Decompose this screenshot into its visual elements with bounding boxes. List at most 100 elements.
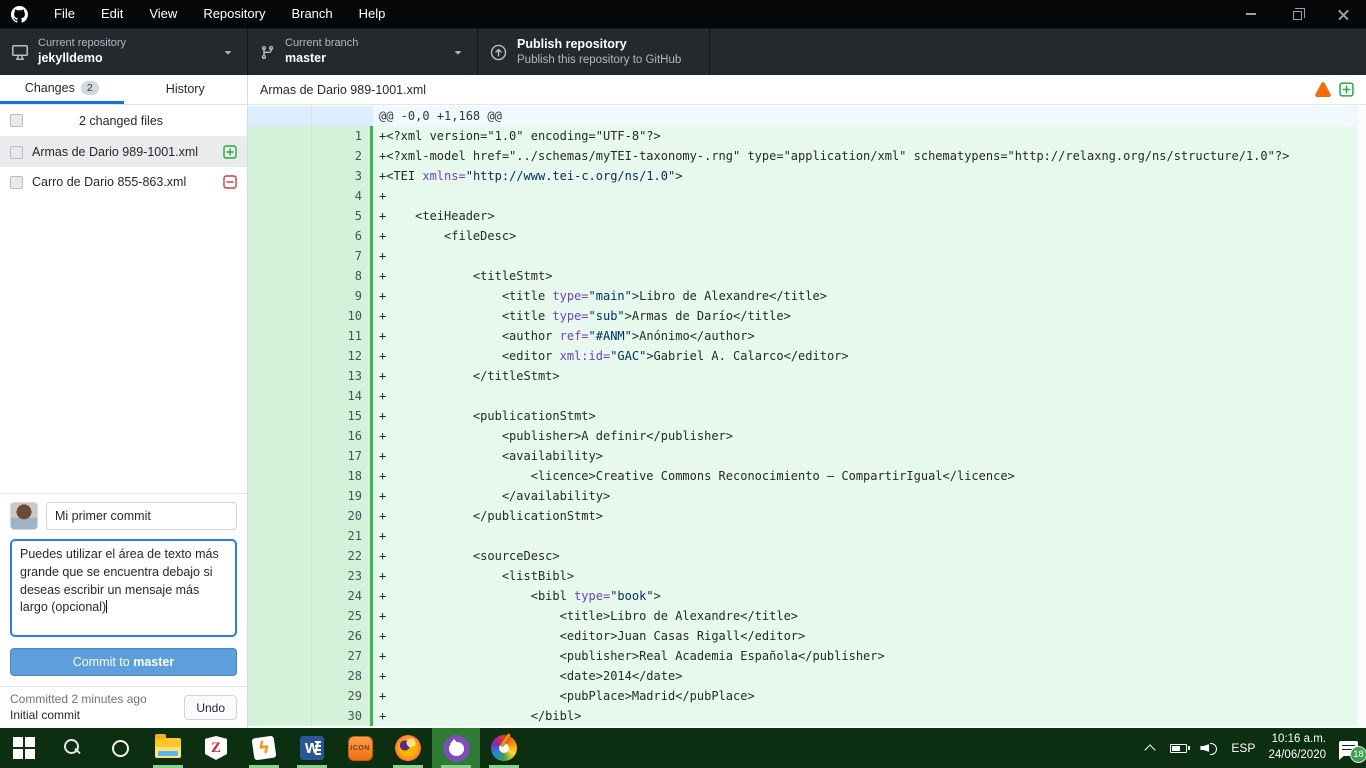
- taskbar-github-desktop-button[interactable]: [432, 728, 480, 768]
- upload-cloud-icon: [490, 44, 507, 61]
- branch-name: master: [285, 51, 358, 67]
- committed-message: Initial commit: [10, 708, 147, 724]
- taskbar-start-button[interactable]: [0, 728, 48, 768]
- new-line-number: 21: [312, 526, 370, 546]
- repository-name: jekylldemo: [38, 51, 126, 67]
- diff-line-content: +<?xml-model href="../schemas/myTEI-taxo…: [370, 146, 1356, 166]
- taskbar-word-button[interactable]: W: [288, 728, 336, 768]
- app-body: Changes 2 History 2 changed files Armas …: [0, 75, 1366, 728]
- tray-expand-icon[interactable]: [1143, 741, 1157, 755]
- menu-view[interactable]: View: [136, 0, 190, 28]
- taskbar-icon-editor-button[interactable]: ICON: [336, 728, 384, 768]
- old-line-number: [248, 306, 312, 326]
- select-all-checkbox[interactable]: [10, 114, 23, 127]
- icon-editor-icon: ICON: [348, 736, 373, 761]
- diff-header: Armas de Dario 989-1001.xml: [248, 75, 1366, 105]
- diff-line-content: + <publisher>A definir</publisher>: [370, 426, 1356, 446]
- tab-changes[interactable]: Changes 2: [0, 75, 124, 104]
- new-line-number: 20: [312, 506, 370, 526]
- old-line-number: [248, 466, 312, 486]
- diff-line: 29+ <pubPlace>Madrid</pubPlace>: [248, 686, 1356, 706]
- branch-icon: [260, 45, 275, 60]
- battery-icon[interactable]: [1170, 744, 1187, 753]
- taskbar-apps: ZϟW ICON: [0, 728, 528, 768]
- tab-history[interactable]: History: [124, 75, 248, 104]
- diff-line: 5+ <teiHeader>: [248, 206, 1356, 226]
- old-line-number: [248, 226, 312, 246]
- diff-line-content: + <title>Libro de Alexandre</title>: [370, 606, 1356, 626]
- taskbar-paint-button[interactable]: [480, 728, 528, 768]
- menu-repository[interactable]: Repository: [190, 0, 278, 28]
- close-icon: [1338, 9, 1349, 20]
- menu-help[interactable]: Help: [346, 0, 399, 28]
- tab-history-label: History: [166, 82, 205, 96]
- file-row[interactable]: Armas de Dario 989-1001.xml: [0, 137, 247, 167]
- diff-line: 3+<TEI xmlns="http://www.tei-c.org/ns/1.…: [248, 166, 1356, 186]
- commit-summary-input[interactable]: [46, 502, 237, 530]
- language-indicator[interactable]: ESP: [1231, 741, 1255, 755]
- old-line-number: [248, 506, 312, 526]
- new-line-number: 11: [312, 326, 370, 346]
- chevron-down-icon: [451, 45, 465, 59]
- minimize-button[interactable]: [1228, 0, 1274, 28]
- diff-line: 21+: [248, 526, 1356, 546]
- warning-icon[interactable]: [1315, 82, 1331, 98]
- diff-line-content: + <author ref="#ANM">Anónimo</author>: [370, 326, 1356, 346]
- undo-button[interactable]: Undo: [184, 695, 237, 720]
- diff-line: 7+: [248, 246, 1356, 266]
- publish-title: Publish repository: [517, 37, 681, 53]
- diff-line: 25+ <title>Libro de Alexandre</title>: [248, 606, 1356, 626]
- new-line-number: 7: [312, 246, 370, 266]
- diff-line-content: +<?xml version="1.0" encoding="UTF-8"?>: [370, 126, 1356, 146]
- commit-description-text: Puedes utilizar el área de texto más gra…: [20, 547, 219, 614]
- new-line-number: 22: [312, 546, 370, 566]
- old-line-number: [248, 366, 312, 386]
- vertical-scrollbar[interactable]: [1356, 106, 1366, 728]
- new-line-number: 13: [312, 366, 370, 386]
- publish-repository-button[interactable]: Publish repository Publish this reposito…: [478, 29, 710, 75]
- volume-icon[interactable]: [1200, 741, 1218, 755]
- diff-line: 14+: [248, 386, 1356, 406]
- old-line-number: [248, 586, 312, 606]
- file-row[interactable]: Carro de Dario 855-863.xml: [0, 167, 247, 197]
- taskbar-search-button[interactable]: [48, 728, 96, 768]
- clock[interactable]: 10:16 a.m. 24/06/2020: [1268, 732, 1326, 763]
- diff-line-content: + </titleStmt>: [370, 366, 1356, 386]
- new-line-number: 12: [312, 346, 370, 366]
- sidebar-tabs: Changes 2 History: [0, 75, 247, 105]
- new-line-number: [312, 106, 370, 126]
- menu-file[interactable]: File: [41, 0, 88, 28]
- taskbar-file-explorer-button[interactable]: [144, 728, 192, 768]
- taskbar-cortana-button[interactable]: [96, 728, 144, 768]
- diff-line-content: +: [370, 526, 1356, 546]
- new-line-number: 8: [312, 266, 370, 286]
- taskbar-firefox-button[interactable]: [384, 728, 432, 768]
- diff-line-content: + </publicationStmt>: [370, 506, 1356, 526]
- file-checkbox[interactable]: [10, 176, 23, 189]
- notification-center-icon[interactable]: 18: [1339, 741, 1358, 756]
- menu-branch[interactable]: Branch: [278, 0, 345, 28]
- new-line-number: 19: [312, 486, 370, 506]
- current-repository-selector[interactable]: Current repository jekylldemo: [0, 29, 248, 75]
- firefox-icon: [395, 735, 421, 761]
- new-line-number: 16: [312, 426, 370, 446]
- close-button[interactable]: [1320, 0, 1366, 28]
- taskbar-winamp-button[interactable]: ϟ: [240, 728, 288, 768]
- changed-files-header: 2 changed files: [0, 105, 247, 137]
- minimize-icon: [1246, 13, 1256, 15]
- restore-button[interactable]: [1274, 0, 1320, 28]
- new-line-number: 17: [312, 446, 370, 466]
- new-line-number: 4: [312, 186, 370, 206]
- taskbar-zotero-button[interactable]: Z: [192, 728, 240, 768]
- new-line-number: 27: [312, 646, 370, 666]
- file-checkbox[interactable]: [10, 146, 23, 159]
- diff-line: 22+ <sourceDesc>: [248, 546, 1356, 566]
- commit-button[interactable]: Commit to master: [10, 648, 237, 676]
- commit-description-textarea[interactable]: Puedes utilizar el área de texto más gra…: [10, 539, 237, 637]
- diff-file-title: Armas de Dario 989-1001.xml: [260, 83, 1307, 97]
- current-branch-selector[interactable]: Current branch master: [248, 29, 478, 75]
- diff-body: @@ -0,0 +1,168 @@1+<?xml version="1.0" e…: [248, 106, 1356, 728]
- old-line-number: [248, 386, 312, 406]
- old-line-number: [248, 446, 312, 466]
- menu-edit[interactable]: Edit: [88, 0, 136, 28]
